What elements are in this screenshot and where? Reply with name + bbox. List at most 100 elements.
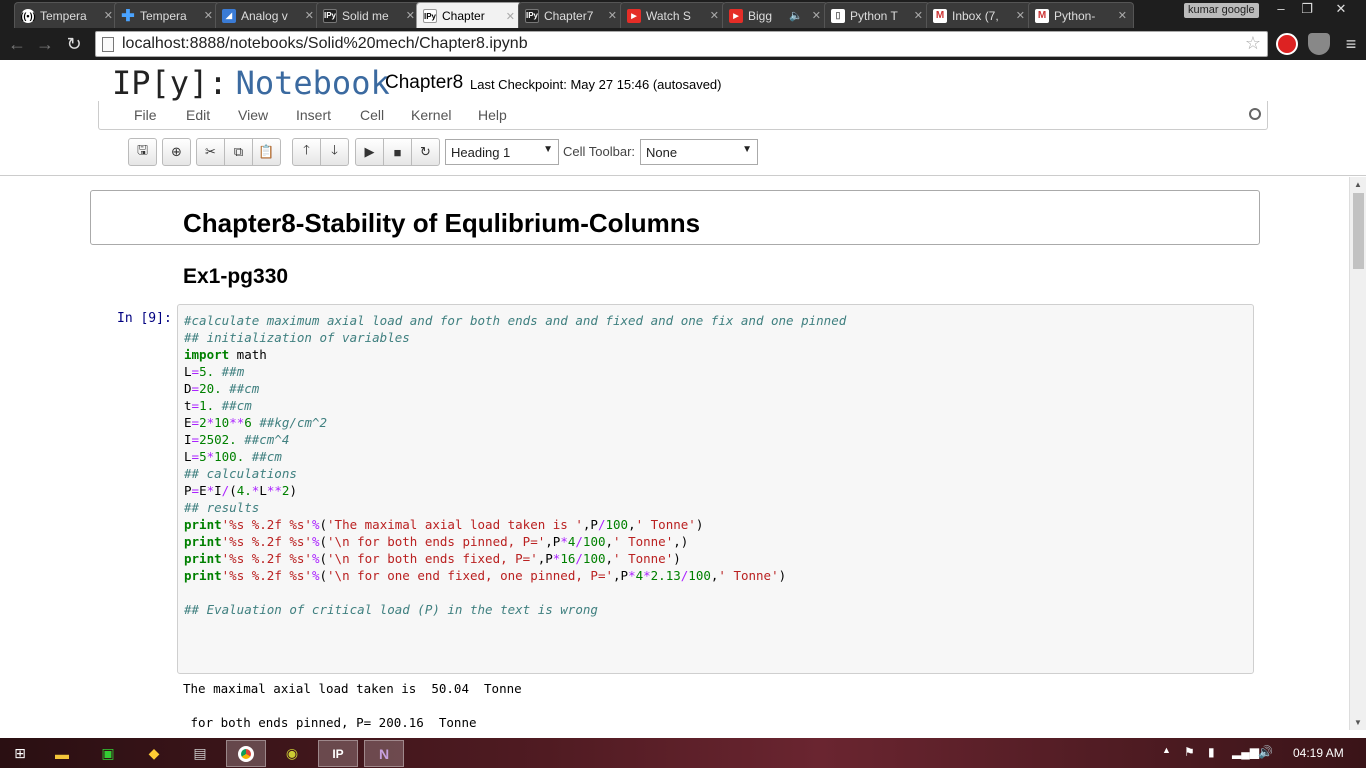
notebook-name[interactable]: Chapter8 (385, 72, 463, 94)
chart-icon: ◢ (222, 8, 236, 23)
menu-help[interactable]: Help (478, 107, 507, 123)
profile-button[interactable]: kumar google (1184, 3, 1259, 18)
close-window-icon[interactable]: ✕ (1326, 0, 1356, 18)
back-icon[interactable]: ← (6, 32, 28, 56)
onenote-icon[interactable]: N (364, 740, 404, 767)
browser-tab[interactable]: ✚ Tempera ✕ (114, 2, 220, 28)
close-icon[interactable]: ✕ (1118, 9, 1127, 22)
run-button[interactable]: ▶ (355, 138, 384, 166)
close-icon[interactable]: ✕ (204, 9, 213, 22)
ipython-icon: IPy (525, 8, 539, 23)
restart-button[interactable]: ↻ (411, 138, 440, 166)
menu-insert[interactable]: Insert (296, 107, 331, 123)
menu-kernel[interactable]: Kernel (411, 107, 451, 123)
maximize-icon[interactable]: ❐ (1294, 0, 1320, 18)
heading-2: Ex1-pg330 (183, 265, 289, 288)
extension-power-icon[interactable] (1276, 33, 1298, 55)
code-editor[interactable]: #calculate maximum axial load and for bo… (184, 312, 846, 618)
scissors-icon: ✂ (205, 144, 216, 159)
address-bar[interactable]: localhost:8888/notebooks/Solid%20mech/Ch… (95, 31, 1268, 57)
plus-icon: ✚ (121, 7, 135, 25)
reload-icon[interactable]: ↻ (63, 32, 85, 56)
close-icon[interactable]: ✕ (506, 10, 515, 23)
heading-cell-selected[interactable]: Chapter8-Stability of Equlibrium-Columns (90, 190, 1260, 245)
browser-tab[interactable]: M Python- ✕ (1028, 2, 1134, 28)
windows-taskbar: ⊞ ▬ ▣ ◆ ▤ ◉ IP N ▲ ⚑ ▮ ▂▄▆ 🔊 04:19 AM (0, 738, 1366, 768)
browser-tab[interactable]: ((•)) Tempera ✕ (14, 2, 120, 28)
ipython-logo[interactable]: IP[y]: Notebook (112, 64, 390, 102)
heading-1: Chapter8-Stability of Equlibrium-Columns (183, 208, 701, 238)
ipython-taskbar-icon[interactable]: IP (318, 740, 358, 767)
copy-button[interactable]: ⧉ (224, 138, 253, 166)
browser-tab[interactable]: ▶ Bigg 🔈 ✕ (722, 2, 828, 28)
close-icon[interactable]: ✕ (104, 9, 113, 22)
notebook-toolbar: 🖫 ⊕ ✂ ⧉ 📋 🡑 🡓 ▶ ■ ↻ Heading 1 ▼ Cell Too… (0, 130, 1366, 176)
menu-view[interactable]: View (238, 107, 268, 123)
close-icon[interactable]: ✕ (1016, 9, 1025, 22)
menu-cell[interactable]: Cell (360, 107, 384, 123)
browser-tab[interactable]: IPy Solid me ✕ (316, 2, 422, 28)
gmail-icon: M (933, 8, 947, 23)
save-button[interactable]: 🖫 (128, 138, 157, 166)
move-down-button[interactable]: 🡓 (320, 138, 349, 166)
close-icon[interactable]: ✕ (305, 9, 314, 22)
browser-tab-active[interactable]: IPy Chapter ✕ (416, 2, 522, 29)
lightbulb-icon[interactable]: ◆ (134, 740, 174, 767)
kernel-status-icon (1249, 108, 1261, 120)
insert-cell-button[interactable]: ⊕ (162, 138, 191, 166)
cell-toolbar-select[interactable]: None ▼ (640, 139, 758, 165)
chrome-icon[interactable] (226, 740, 266, 767)
paste-button[interactable]: 📋 (252, 138, 281, 166)
scrollbar-thumb[interactable] (1353, 193, 1364, 269)
battery-icon[interactable]: ▮ (1208, 745, 1215, 759)
store-icon[interactable]: ▣ (88, 740, 128, 767)
extension-shield-icon[interactable] (1308, 33, 1330, 55)
browser-tab[interactable]: IPy Chapter7 ✕ (518, 2, 624, 28)
url-text: localhost:8888/notebooks/Solid%20mech/Ch… (122, 35, 528, 52)
minimize-icon[interactable]: – (1268, 0, 1294, 18)
notebook-header: IP[y]: Notebook Chapter8 Last Checkpoint… (0, 60, 1366, 102)
document-icon: ▯ (831, 8, 845, 23)
scroll-up-icon[interactable]: ▲ (1354, 180, 1362, 189)
close-icon[interactable]: ✕ (914, 9, 923, 22)
youtube-icon: ▶ (729, 8, 743, 23)
stop-icon: ■ (393, 144, 402, 160)
output-line: The maximal axial load taken is 50.04 To… (183, 681, 522, 696)
bookmark-star-icon[interactable]: ☆ (1245, 33, 1261, 54)
code-cell-input[interactable]: #calculate maximum axial load and for bo… (177, 304, 1254, 674)
cut-button[interactable]: ✂ (196, 138, 225, 166)
output-line: for both ends pinned, P= 200.16 Tonne (183, 715, 477, 730)
browser-tab[interactable]: M Inbox (7, ✕ (926, 2, 1032, 28)
close-icon[interactable]: ✕ (710, 9, 719, 22)
close-icon[interactable]: ✕ (812, 9, 821, 22)
wifi-icon: ((•)) (20, 8, 36, 23)
flag-icon[interactable]: ⚑ (1184, 745, 1195, 759)
notebook-container: Chapter8-Stability of Equlibrium-Columns… (0, 177, 1366, 730)
windows-start-icon[interactable]: ⊞ (0, 740, 40, 767)
app-icon[interactable]: ◉ (272, 740, 312, 767)
media-icon[interactable]: ▤ (180, 740, 220, 767)
arrow-up-icon: 🡑 (303, 142, 310, 157)
page-scrollbar[interactable]: ▲ ▼ (1349, 177, 1366, 730)
close-icon[interactable]: ✕ (406, 9, 415, 22)
browser-tab[interactable]: ◢ Analog v ✕ (215, 2, 321, 28)
file-explorer-icon[interactable]: ▬ (42, 740, 82, 767)
menu-file[interactable]: File (134, 107, 157, 123)
scroll-down-icon[interactable]: ▼ (1354, 718, 1362, 727)
interrupt-button[interactable]: ■ (383, 138, 412, 166)
cell-toolbar-label: Cell Toolbar: (563, 144, 636, 159)
checkpoint-status: Last Checkpoint: May 27 15:46 (autosaved… (470, 77, 722, 92)
volume-icon[interactable]: 🔊 (1258, 745, 1273, 759)
move-up-button[interactable]: 🡑 (292, 138, 321, 166)
browser-tab[interactable]: ▯ Python T ✕ (824, 2, 930, 28)
tray-expand-icon[interactable]: ▲ (1162, 745, 1171, 755)
close-icon[interactable]: ✕ (608, 9, 617, 22)
cell-type-select[interactable]: Heading 1 ▼ (445, 139, 559, 165)
forward-icon[interactable]: → (34, 32, 56, 56)
signal-icon[interactable]: ▂▄▆ (1232, 745, 1259, 759)
clock[interactable]: 04:19 AM (1293, 746, 1344, 760)
gmail-icon: M (1035, 8, 1049, 23)
menu-icon[interactable]: ≡ (1340, 32, 1362, 56)
browser-tab[interactable]: ▶ Watch S ✕ (620, 2, 726, 28)
menu-edit[interactable]: Edit (186, 107, 210, 123)
